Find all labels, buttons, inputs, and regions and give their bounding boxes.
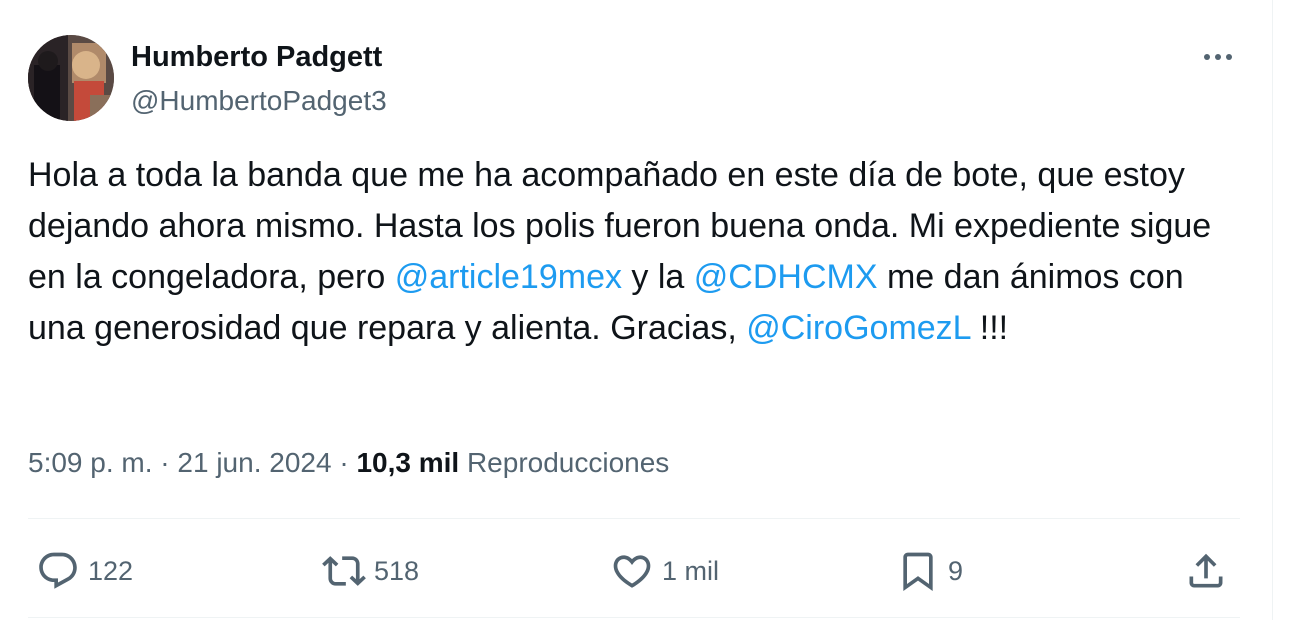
mention-link[interactable]: @CiroGomezL — [746, 309, 970, 347]
tweet-text-segment: !!! — [970, 309, 1009, 347]
tweet-meta: 5:09 p. m. · 21 jun. 2024 · 10,3 mil Rep… — [28, 443, 669, 483]
more-horizontal-icon — [1204, 54, 1210, 60]
bottom-divider — [28, 617, 1240, 618]
reply-count: 122 — [88, 556, 134, 586]
more-horizontal-icon-dot — [1226, 54, 1232, 60]
reply-button[interactable]: 122 — [36, 548, 133, 594]
tweet-time[interactable]: 5:09 p. m. — [28, 447, 153, 478]
mention-link[interactable]: @article19mex — [395, 258, 622, 296]
author-name[interactable]: Humberto Padgett — [131, 40, 382, 74]
meta-separator: · — [160, 447, 170, 478]
views-count: 10,3 mil — [356, 447, 460, 478]
repost-count: 518 — [374, 556, 420, 586]
more-horizontal-icon-dot — [1215, 54, 1221, 60]
right-border — [1272, 0, 1273, 620]
heart-icon — [613, 555, 651, 588]
bookmark-icon — [903, 552, 933, 592]
avatar[interactable] — [28, 35, 114, 121]
tweet-date[interactable]: 21 jun. 2024 — [177, 447, 331, 478]
more-options-button[interactable] — [1196, 40, 1240, 74]
author-handle[interactable]: @HumbertoPadget3 — [131, 84, 387, 118]
repost-icon — [322, 556, 366, 586]
views-label: Reproducciones — [466, 447, 670, 478]
reply-icon — [39, 552, 77, 589]
like-count: 1 mil — [662, 556, 720, 586]
tweet-text-segment: y la — [621, 258, 694, 296]
meta-separator: · — [339, 447, 349, 478]
like-button[interactable]: 1 mil — [610, 548, 719, 594]
bookmark-button[interactable]: 9 — [896, 548, 963, 594]
mention-link[interactable]: @CDHCMX — [694, 258, 878, 296]
tweet-text: Hola a toda la banda que me ha acompañad… — [28, 150, 1248, 354]
repost-button[interactable]: 518 — [322, 548, 419, 594]
tweet-card: Humberto Padgett @HumbertoPadget3 Hola a… — [0, 0, 1294, 620]
share-button[interactable] — [1184, 548, 1228, 594]
avatar-image — [28, 35, 114, 121]
divider — [28, 518, 1240, 519]
bookmark-count: 9 — [948, 556, 964, 586]
share-icon — [1189, 553, 1223, 588]
